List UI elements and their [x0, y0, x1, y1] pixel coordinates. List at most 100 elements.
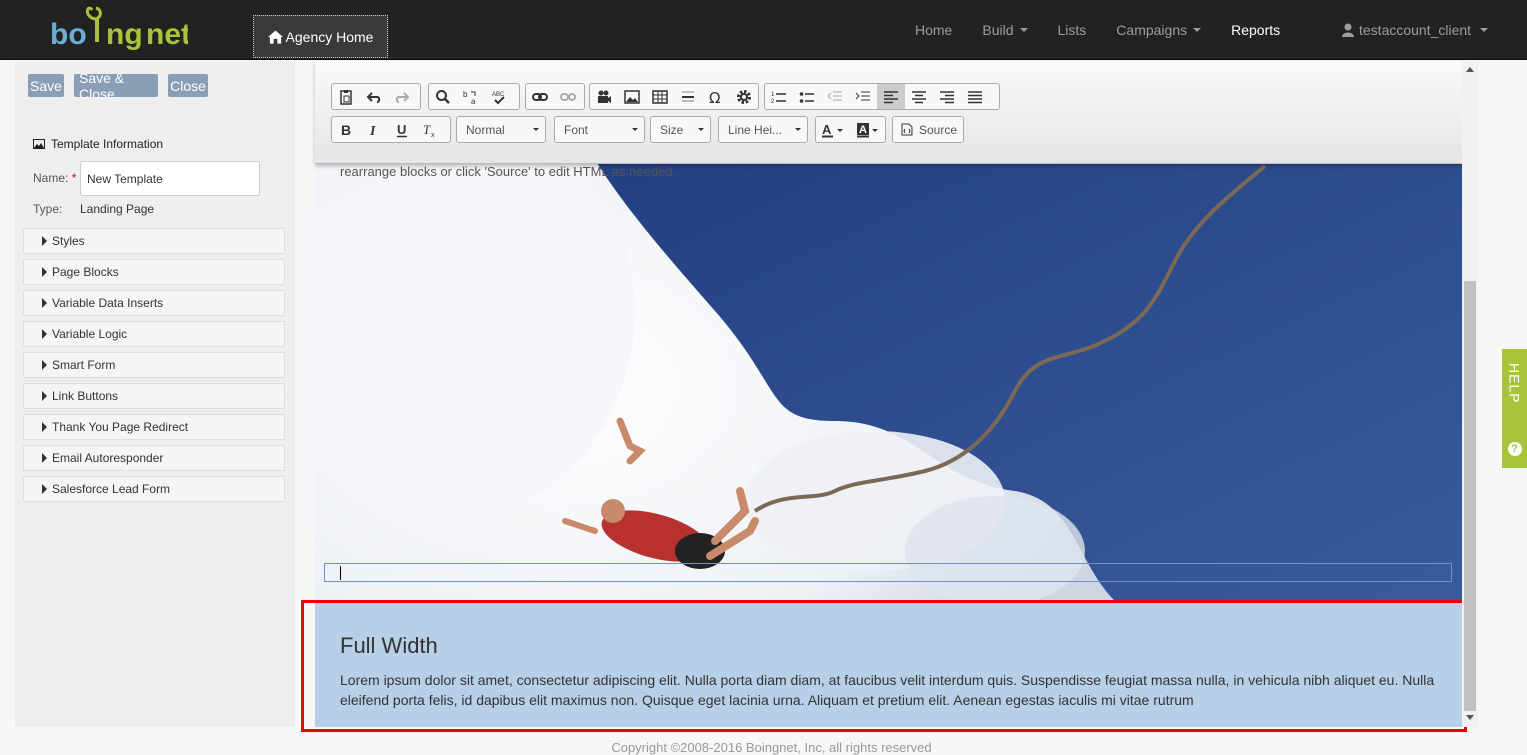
nav-reports-label: Reports [1231, 22, 1281, 38]
sidebar-item-variable-logic[interactable]: Variable Logic [23, 321, 285, 347]
sidebar-item-label: Thank You Page Redirect [52, 420, 189, 434]
paste-icon[interactable] [332, 84, 360, 109]
user-menu[interactable]: testaccount_client [1342, 0, 1489, 60]
underline-icon[interactable]: U [388, 117, 416, 142]
horizontal-rule-icon[interactable] [674, 84, 702, 109]
sidebar-item-page-blocks[interactable]: Page Blocks [23, 259, 285, 285]
sidebar-item-smart-form[interactable]: Smart Form [23, 352, 285, 378]
link-group [525, 83, 585, 110]
nav-lists[interactable]: Lists [1043, 0, 1102, 60]
numbered-list-icon[interactable]: 12 [765, 84, 793, 109]
template-name-input[interactable]: New Template [80, 161, 260, 196]
italic-icon[interactable]: I [360, 117, 388, 142]
indent-icon[interactable] [849, 84, 877, 109]
name-label-text: Name: [33, 171, 69, 185]
nav-build[interactable]: Build [967, 0, 1042, 60]
scroll-up-arrow-icon[interactable] [1466, 67, 1474, 72]
nav-reports[interactable]: Reports [1216, 0, 1295, 60]
empty-text-block[interactable] [324, 563, 1452, 582]
svg-text:b: b [463, 90, 468, 99]
save-button[interactable]: Save [28, 74, 64, 97]
boingnet-logo[interactable]: bo ng net [48, 2, 188, 54]
partially-hidden-text: rearrange blocks or click 'Source' to ed… [340, 164, 677, 179]
color-group: A A [815, 116, 886, 143]
question-icon: ? [1507, 442, 1522, 456]
paragraph-group: 12 [764, 83, 1000, 110]
text-color-icon[interactable]: A [816, 117, 851, 142]
align-right-icon[interactable] [933, 84, 961, 109]
chevron-down-icon [533, 128, 539, 131]
sidebar-item-styles[interactable]: Styles [23, 228, 285, 254]
redo-icon[interactable] [388, 84, 416, 109]
template-sidebar: Save Save & Close Close Template Informa… [15, 61, 295, 727]
svg-text:B: B [341, 122, 351, 138]
source-button[interactable]: Source [892, 116, 964, 143]
line-height-select[interactable]: Line Hei... [718, 116, 808, 143]
gear-icon[interactable] [730, 84, 758, 109]
sidebar-item-email-autoresponder[interactable]: Email Autoresponder [23, 445, 285, 471]
chevron-down-icon [1193, 28, 1202, 32]
nav-campaigns[interactable]: Campaigns [1101, 0, 1216, 60]
main-nav: Home Build Lists Campaigns Reports [900, 0, 1295, 60]
outdent-icon[interactable] [821, 84, 849, 109]
bold-icon[interactable]: B [332, 117, 360, 142]
video-icon[interactable] [590, 84, 618, 109]
chevron-down-icon [1019, 28, 1028, 32]
svg-text:ng: ng [106, 18, 143, 51]
editor-scrollbar[interactable] [1462, 61, 1478, 727]
save-close-button[interactable]: Save & Close [74, 70, 158, 102]
user-icon [1342, 23, 1354, 37]
agency-home-button[interactable]: Agency Home [253, 15, 388, 58]
image-icon[interactable] [618, 84, 646, 109]
svg-text:1: 1 [771, 92, 775, 98]
user-name: testaccount_client [1359, 22, 1472, 38]
caret-right-icon [42, 298, 47, 308]
sidebar-item-thank-you-redirect[interactable]: Thank You Page Redirect [23, 414, 285, 440]
undo-icon[interactable] [360, 84, 388, 109]
size-select[interactable]: Size [650, 116, 711, 143]
format-select[interactable]: Normal [456, 116, 546, 143]
caret-right-icon [42, 360, 47, 370]
chevron-down-icon [698, 128, 704, 131]
align-center-icon[interactable] [905, 84, 933, 109]
agency-home-label: Agency Home [285, 28, 374, 45]
font-select[interactable]: Font [554, 116, 645, 143]
caret-right-icon [42, 484, 47, 494]
nav-campaigns-label: Campaigns [1116, 22, 1188, 38]
unlink-icon[interactable] [554, 84, 582, 109]
svg-text:2: 2 [771, 99, 775, 105]
sidebar-item-link-buttons[interactable]: Link Buttons [23, 383, 285, 409]
find-icon[interactable] [429, 84, 457, 109]
sidebar-item-label: Page Blocks [52, 265, 119, 279]
copyright-footer: Copyright ©2008-2016 Boingnet, Inc, all … [611, 740, 932, 755]
svg-text:net: net [146, 18, 188, 51]
picture-icon [33, 139, 45, 149]
scroll-down-arrow-icon[interactable] [1466, 715, 1474, 720]
spellcheck-icon[interactable]: ABC [485, 84, 513, 109]
sidebar-item-variable-data-inserts[interactable]: Variable Data Inserts [23, 290, 285, 316]
link-icon[interactable] [526, 84, 554, 109]
sidebar-item-label: Link Buttons [52, 389, 119, 403]
source-label: Source [918, 122, 957, 137]
justify-icon[interactable] [961, 84, 989, 109]
close-button[interactable]: Close [168, 74, 208, 97]
sidebar-item-salesforce-lead-form[interactable]: Salesforce Lead Form [23, 476, 285, 502]
table-icon[interactable] [646, 84, 674, 109]
insert-group: Ω [589, 83, 759, 110]
background-color-icon[interactable]: A [851, 117, 886, 142]
align-left-icon[interactable] [877, 84, 905, 109]
scroll-thumb[interactable] [1464, 281, 1476, 711]
chevron-down-icon [632, 128, 638, 131]
replace-icon[interactable]: ba [457, 84, 485, 109]
sidebar-item-label: Variable Data Inserts [52, 296, 164, 310]
help-tab[interactable]: HELP ? [1502, 349, 1527, 468]
bulleted-list-icon[interactable] [793, 84, 821, 109]
caret-right-icon [42, 422, 47, 432]
source-icon [901, 123, 913, 136]
nav-home-label: Home [915, 22, 953, 38]
clear-format-icon[interactable]: Tx [416, 117, 444, 142]
special-char-icon[interactable]: Ω [702, 84, 730, 109]
type-value: Landing Page [80, 202, 155, 216]
home-icon [267, 29, 283, 44]
nav-home[interactable]: Home [900, 0, 967, 60]
